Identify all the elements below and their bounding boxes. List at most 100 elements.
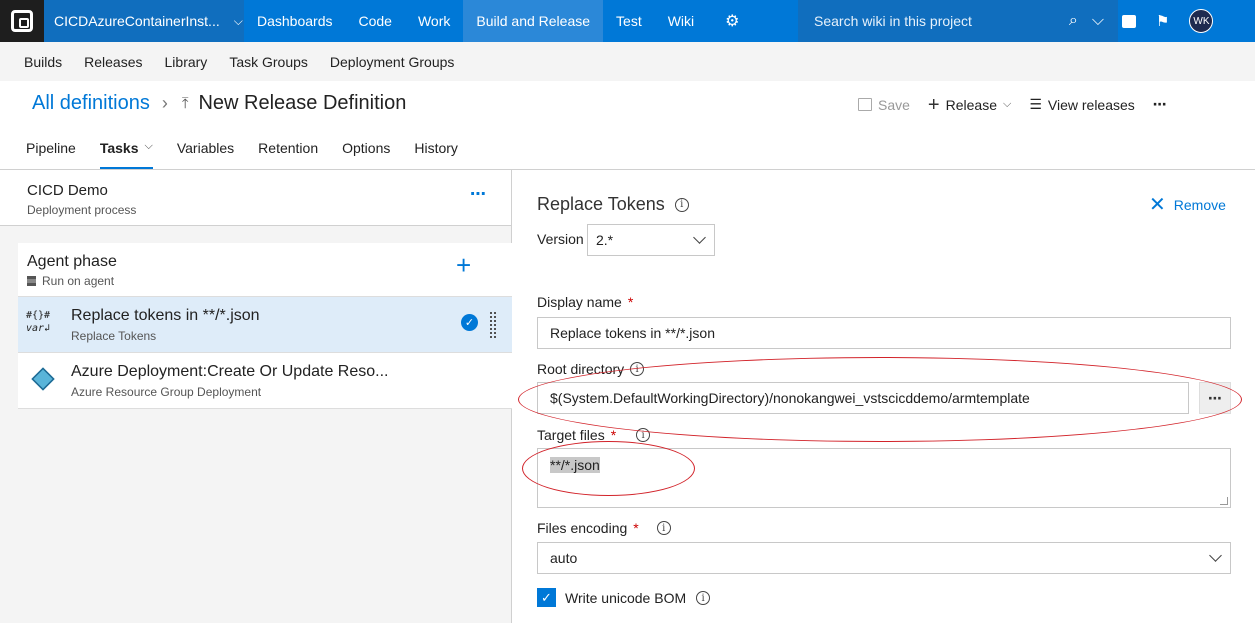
root-directory-label: Root directory i [537,361,645,377]
write-bom-label-text: Write unicode BOM [565,590,687,606]
browse-button[interactable]: ⋯ [1199,382,1231,414]
sub-nav-bar: Builds Releases Library Task Groups Depl… [0,42,1255,81]
release-label: Release [945,96,997,113]
server-icon [27,276,36,286]
subnav-releases[interactable]: Releases [84,54,142,70]
page-title[interactable]: New Release Definition [198,92,406,115]
add-task-icon[interactable]: + [456,252,471,278]
deployment-process-item[interactable]: CICD Demo Deployment process ⋯ [0,170,511,226]
chevron-down-icon [1209,549,1222,562]
toolbar-actions: Save + Release ⌵ ☰ View releases ⋯ [858,93,1169,116]
phase-subtitle-text: Run on agent [42,274,115,288]
all-definitions-link[interactable]: All definitions [32,92,150,115]
write-bom-checkbox[interactable]: ✓ [537,588,556,607]
search-icon[interactable]: ⌕ [1069,12,1078,30]
resize-handle-icon[interactable] [1220,497,1228,505]
chevron-down-icon [693,231,706,244]
tab-tasks[interactable]: Tasks ⌵ [99,140,153,169]
nav-test[interactable]: Test [603,0,655,42]
display-name-label: Display name * [537,294,633,310]
info-icon[interactable]: i [636,428,651,442]
list-item[interactable]: #{}# var↲ Replace tokens in **/*.json Re… [18,297,512,353]
nav-dashboards[interactable]: Dashboards [244,0,346,42]
definition-tabs: Pipeline Tasks ⌵ Variables Retention Opt… [26,140,458,169]
more-options-icon[interactable]: ⋯ [470,184,487,204]
task-subtitle: Replace Tokens [71,329,157,343]
phase-subtitle: Run on agent [27,274,114,288]
save-button[interactable]: Save [858,97,910,113]
display-name-field[interactable]: Replace tokens in **/*.json [537,317,1231,349]
project-selector[interactable]: CICDAzureContainerInst... ⌵ [44,0,244,42]
replace-tokens-icon: #{}# var↲ [26,310,51,334]
nav-work[interactable]: Work [405,0,463,42]
azure-resource-group-icon [31,367,55,391]
gear-icon[interactable]: ⚙ [707,0,757,42]
required-marker: * [610,427,617,443]
more-actions-icon[interactable]: ⋯ [1153,96,1169,113]
remove-button[interactable]: ✕ Remove [1149,192,1226,217]
root-directory-value: $(System.DefaultWorkingDirectory)/nonoka… [550,390,1030,406]
top-right-icons: ⚑ WK [1122,0,1214,42]
version-label: Version [537,231,584,247]
task-details-panel: Replace Tokens i ✕ Remove Version 2.* Di… [513,170,1255,623]
nav-build-and-release[interactable]: Build and Release [463,0,604,42]
avatar[interactable]: WK [1189,9,1214,33]
feedback-icon[interactable]: ⚑ [1156,12,1169,30]
version-select[interactable]: 2.* [587,224,715,256]
release-definition-icon: ⤒ [181,95,189,112]
agent-phase-item[interactable]: Agent phase Run on agent + [18,243,512,297]
chevron-down-icon: ⌵ [233,13,243,28]
display-name-value: Replace tokens in **/*.json [550,325,715,341]
subnav-task-groups[interactable]: Task Groups [229,54,308,70]
task-subtitle: Azure Resource Group Deployment [71,385,262,399]
tab-options[interactable]: Options [342,140,390,169]
chevron-down-icon[interactable]: ⌵ [1092,12,1104,30]
info-icon[interactable]: i [696,591,711,605]
nav-code[interactable]: Code [346,0,405,42]
tab-pipeline[interactable]: Pipeline [26,140,76,169]
required-marker: * [633,520,639,536]
replace-tokens-icon-bottom: var [26,323,45,334]
replace-tokens-icon-top: #{}# [26,310,51,321]
task-title-text: Replace Tokens [537,194,665,214]
chevron-down-icon: ⌵ [144,140,153,152]
tab-variables[interactable]: Variables [177,140,234,169]
process-subtitle: Deployment process [27,203,137,217]
version-value: 2.* [596,232,614,248]
tab-history[interactable]: History [414,140,458,169]
process-name: CICD Demo [27,182,108,199]
required-marker: * [627,294,634,310]
info-icon[interactable]: i [674,197,689,212]
files-encoding-label-text: Files encoding [537,520,628,536]
plus-icon: + [927,93,940,116]
search-input[interactable]: Search wiki in this project ⌕ ⌵ [798,0,1118,42]
files-encoding-select[interactable]: auto [537,542,1231,574]
info-icon[interactable]: i [656,521,671,535]
project-name: CICDAzureContainerInst... [54,13,220,29]
root-directory-label-text: Root directory [537,361,625,377]
release-button[interactable]: + Release ⌵ [927,93,1011,116]
drag-handle-icon[interactable] [489,311,497,339]
list-icon: ☰ [1029,96,1042,112]
vsts-logo-icon[interactable] [0,0,44,42]
target-files-value: **/*.json [550,457,600,473]
subnav-builds[interactable]: Builds [24,54,62,70]
files-encoding-label: Files encoding * i [537,520,671,536]
subnav-library[interactable]: Library [165,54,208,70]
nav-wiki[interactable]: Wiki [655,0,707,42]
view-releases-button[interactable]: ☰ View releases [1029,96,1134,113]
tab-retention[interactable]: Retention [258,140,318,169]
display-name-label-text: Display name [537,294,622,310]
info-icon[interactable]: i [630,362,645,376]
list-item[interactable]: Azure Deployment:Create Or Update Reso..… [18,353,512,409]
phase-name: Agent phase [27,253,117,270]
search-placeholder: Search wiki in this project [814,13,972,29]
root-directory-field[interactable]: $(System.DefaultWorkingDirectory)/nonoka… [537,382,1189,414]
marketplace-bag-icon[interactable] [1122,14,1136,28]
task-list-panel: CICD Demo Deployment process ⋯ Agent pha… [0,170,512,623]
check-icon[interactable]: ✓ [461,314,478,331]
breadcrumb: All definitions › ⤒ New Release Definiti… [32,92,406,115]
subnav-deployment-groups[interactable]: Deployment Groups [330,54,455,70]
target-files-textarea[interactable]: **/*.json [537,448,1231,508]
chevron-right-icon: › [161,93,168,113]
